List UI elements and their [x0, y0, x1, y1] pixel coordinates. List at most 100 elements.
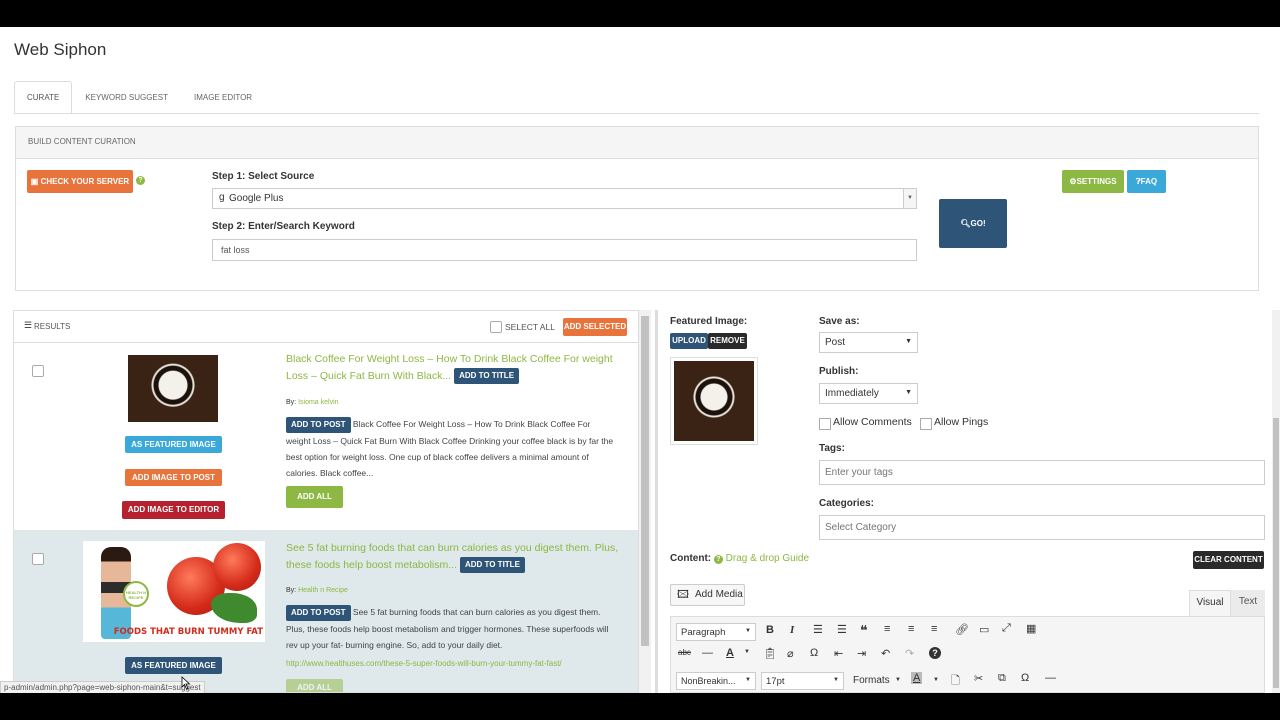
result-title[interactable]: Black Coffee For Weight Loss – How To Dr… — [286, 351, 616, 385]
more-tag-icon[interactable]: ▭ — [979, 623, 989, 636]
add-to-title-button[interactable]: ADD TO TITLE — [459, 557, 525, 574]
chevron-down-icon[interactable]: ▼ — [895, 677, 901, 683]
add-all-button[interactable]: ADD ALL — [286, 679, 343, 692]
step1-label: Step 1: Select Source — [212, 171, 315, 182]
blockquote-icon[interactable]: ❝ — [860, 622, 868, 639]
align-center-icon[interactable]: ≡ — [908, 623, 914, 635]
app-title: Web Siphon — [14, 40, 107, 59]
list-icon: ☰ — [24, 320, 33, 330]
cut-icon[interactable]: ✂ — [974, 672, 983, 685]
copy-icon[interactable]: ⧉ — [998, 672, 1006, 685]
bullet-list-icon[interactable]: ☰ — [813, 623, 823, 636]
basil-leaves — [211, 593, 257, 623]
categories-input[interactable] — [819, 515, 1265, 540]
gear-icon: ⚙ — [1069, 177, 1077, 186]
add-all-button[interactable]: ADD ALL — [286, 486, 343, 508]
help-icon[interactable]: ? — [136, 176, 145, 185]
italic-icon[interactable]: I — [790, 624, 794, 636]
fullscreen-icon[interactable]: ⤢ — [1002, 622, 1011, 635]
add-media-button[interactable]: 🖾︎ Add Media — [670, 584, 745, 606]
faq-button[interactable]: ❓︎FAQ — [1127, 170, 1166, 193]
link-icon[interactable]: 🔗︎ — [955, 623, 969, 636]
featured-coffee-image — [674, 361, 754, 441]
tab-curate[interactable]: CURATE — [14, 81, 73, 114]
go-button[interactable]: 🔍︎GO! — [939, 199, 1007, 248]
paste-text-icon[interactable]: 📋︎ — [763, 647, 777, 660]
tab-text[interactable]: Text — [1231, 590, 1265, 616]
as-featured-image-button[interactable]: AS FEATURED IMAGE — [125, 657, 222, 674]
save-as-label: Save as: — [819, 316, 860, 327]
undo-icon[interactable]: ↶ — [881, 647, 890, 660]
result-description: ADD TO POST See 5 fat burning foods that… — [286, 604, 621, 653]
help-icon[interactable]: ? — [929, 647, 941, 659]
keyword-input[interactable] — [212, 239, 917, 261]
chevron-down-icon[interactable]: ▼ — [933, 677, 939, 683]
media-icon: 🖾︎ — [677, 589, 689, 601]
publish-select[interactable]: Immediately ▼ — [819, 383, 918, 404]
chevron-down-icon: ▼ — [905, 389, 912, 396]
scrollbar-thumb[interactable] — [641, 316, 649, 646]
page-scrollbar[interactable] — [1272, 310, 1280, 693]
new-document-icon[interactable]: 🗋︎ — [951, 672, 960, 691]
indent-icon[interactable]: ⇥ — [857, 647, 866, 660]
outdent-icon[interactable]: ⇤ — [834, 647, 843, 660]
results-scrollbar[interactable] — [639, 310, 651, 693]
omega-icon[interactable]: Ω — [1021, 672, 1029, 684]
horizontal-rule-icon[interactable]: — — [1045, 672, 1056, 684]
tab-image-editor[interactable]: IMAGE EDITOR — [181, 81, 265, 114]
strikethrough-icon[interactable]: abc — [678, 648, 691, 657]
add-to-post-button[interactable]: ADD TO POST — [286, 605, 351, 621]
font-family-select[interactable]: NonBreakin... ▼ — [676, 672, 756, 690]
align-right-icon[interactable]: ≡ — [931, 623, 937, 635]
result-byline: By: Health n Recipe — [286, 587, 348, 594]
chevron-down-icon[interactable]: ▼ — [744, 649, 750, 655]
redo-icon[interactable]: ↷ — [905, 647, 914, 660]
upload-button[interactable]: UPLOAD — [670, 333, 708, 349]
check-server-button[interactable]: ▣ CHECK YOUR SERVER — [27, 170, 133, 193]
allow-pings-checkbox[interactable] — [920, 418, 932, 430]
background-color-icon[interactable]: A — [911, 672, 923, 684]
fat-burning-thumbnail: HEALTH N RECIPE FOODS THAT BURN TUMMY FA… — [83, 541, 265, 642]
allow-comments-checkbox[interactable] — [819, 418, 831, 430]
add-to-post-button[interactable]: ADD TO POST — [286, 417, 351, 433]
result-checkbox[interactable] — [32, 553, 44, 565]
result-checkbox[interactable] — [32, 365, 44, 377]
allow-pings-label: Allow Pings — [934, 416, 989, 428]
select-all-checkbox[interactable] — [490, 321, 502, 333]
save-as-select[interactable]: Post ▼ — [819, 332, 918, 353]
drag-guide-link[interactable]: Drag & drop Guide — [726, 553, 809, 564]
tab-bar: CURATE KEYWORD SUGGEST IMAGE EDITOR — [14, 81, 265, 114]
chevron-down-icon: ▼ — [903, 189, 916, 208]
add-image-to-editor-button[interactable]: ADD IMAGE TO EDITOR — [122, 501, 225, 519]
as-featured-image-button[interactable]: AS FEATURED IMAGE — [125, 436, 222, 453]
settings-button[interactable]: ⚙SETTINGS — [1062, 170, 1124, 193]
numbered-list-icon[interactable]: ☰ — [837, 623, 847, 636]
result-title[interactable]: See 5 fat burning foods that can burn ca… — [286, 540, 621, 574]
add-to-title-button[interactable]: ADD TO TITLE — [454, 368, 520, 385]
special-character-icon[interactable]: Ω — [810, 647, 818, 659]
source-select[interactable]: g Google Plus ▼ — [212, 188, 917, 209]
scrollbar-thumb[interactable] — [1273, 418, 1279, 688]
tab-visual[interactable]: Visual — [1189, 590, 1231, 616]
result-title-link[interactable]: See 5 fat burning foods that can burn ca… — [286, 542, 618, 571]
toolbar-toggle-icon[interactable]: ▦ — [1026, 622, 1036, 635]
add-selected-button[interactable]: ADD SELECTED — [563, 318, 627, 336]
tab-keyword-suggest[interactable]: KEYWORD SUGGEST — [72, 81, 181, 114]
remove-button[interactable]: REMOVE — [708, 333, 747, 349]
align-left-icon[interactable]: ≡ — [884, 623, 890, 635]
add-image-to-post-button[interactable]: ADD IMAGE TO POST — [125, 469, 222, 486]
result-author: Health n Recipe — [298, 587, 348, 594]
text-color-icon[interactable]: A — [726, 647, 734, 659]
format-select[interactable]: Paragraph ▼ — [676, 623, 756, 641]
bold-icon[interactable]: B — [766, 624, 774, 636]
result-link[interactable]: http://www.healthuses.com/these-5-super-… — [286, 659, 562, 668]
clear-formatting-icon[interactable]: ⌀ — [787, 647, 794, 660]
save-as-value: Post — [825, 337, 846, 348]
formats-menu[interactable]: Formats — [853, 675, 890, 686]
tags-input[interactable] — [819, 460, 1265, 485]
horizontal-line-icon[interactable]: — — [702, 647, 713, 659]
clear-content-button[interactable]: CLEAR CONTENT — [1193, 551, 1264, 569]
allow-comments-label: Allow Comments — [833, 416, 912, 428]
font-size-select[interactable]: 17pt ▼ — [761, 672, 844, 690]
result-title-link[interactable]: Black Coffee For Weight Loss – How To Dr… — [286, 353, 613, 382]
